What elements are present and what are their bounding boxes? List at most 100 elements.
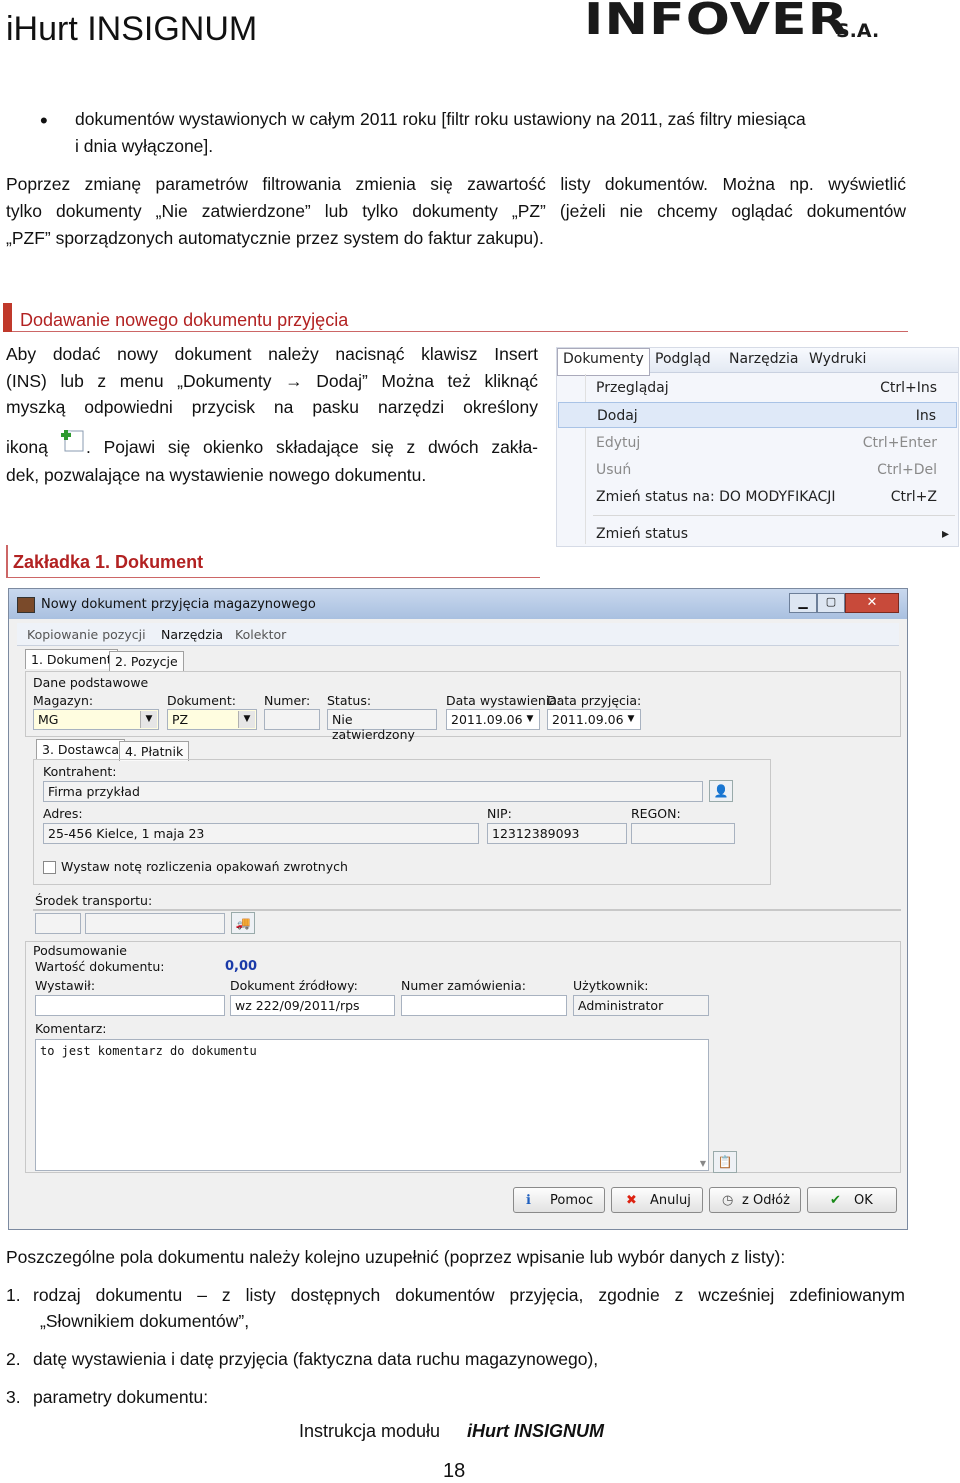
tab-dostawca[interactable]: 3. Dostawca [36,739,126,759]
section-title: Dodawanie nowego dokumentu przyjęcia [20,310,349,330]
transport-divider [33,909,901,911]
menu-dokumenty[interactable]: Dokumenty [557,348,650,376]
postpone-button[interactable]: ◷ z Odłóż [709,1187,801,1213]
bullet-icon: • [40,108,48,133]
page-number: 18 [443,1460,466,1482]
menu-narzedzia[interactable]: Narzędzia [729,351,798,367]
section-bar [3,303,12,332]
ok-button[interactable]: ✔ OK [807,1187,897,1213]
toolbar-kolektor[interactable]: Kolektor [235,627,286,642]
header-title: iHurt INSIGNUM [6,10,258,48]
window-app-icon [17,597,35,613]
kontrahent-field[interactable]: Firma przykład [43,781,703,802]
section2-bar [6,545,8,578]
select-contractor-icon[interactable]: 👤 [709,780,733,802]
label-status: Status: [327,693,372,708]
dokument-zrodlowy-field[interactable]: wz 222/09/2011/rps [230,995,395,1016]
label-regon: REGON: [631,806,681,821]
label-dokument-zrodlowy: Dokument źródłowy: [230,978,358,993]
menu-bar: Dokumenty Podgląd Narzędzia Wydruki [557,348,958,376]
chevron-down-icon: ▼ [627,714,635,724]
dokument-select[interactable]: PZ ▼ [167,709,257,730]
check-icon: ✔ [830,1193,841,1208]
window-titlebar: Nowy dokument przyjęcia magazynowego ▁ ▢… [9,589,907,619]
label-wystawil: Wystawił: [35,978,96,993]
label-data-wystawienia: Data wystawienia: [446,693,562,708]
label-kontrahent: Kontrahent: [43,764,117,779]
tab-platnik[interactable]: 4. Płatnik [119,741,190,761]
para2: Poszczególne pola dokumentu należy kolej… [6,1247,786,1267]
tab-dokument[interactable]: 1. Dokument [25,649,118,669]
menu-wydruki[interactable]: Wydruki [809,351,866,367]
group-basic-label: Dane podstawowe [33,675,149,690]
s1-line-5: dek, pozwalające na wystawienie nowego d… [6,465,427,485]
info-icon: ℹ [526,1193,531,1208]
label-uzytkownik: Użytkownik: [573,978,649,993]
list-1-line-2: „Słownikiem dokumentów”, [40,1311,250,1331]
para1-line-2: tylko dokumenty „Nie zatwierdzone” lub t… [6,201,906,221]
chevron-right-icon: ▸ [941,526,949,542]
tab-pozycje[interactable]: 2. Pozycje [109,651,184,671]
documents-menu: Dokumenty Podgląd Narzędzia Wydruki Prze… [556,347,959,547]
section2-underline [8,577,540,578]
toolbar-kopiowanie[interactable]: Kopiowanie pozycji [27,627,146,642]
label-data-przyjecia: Data przyjęcia: [547,693,642,708]
label-podsumowanie: Podsumowanie [33,943,127,958]
list-2-line-1: datę wystawienia i datę przyjęcia (fakty… [33,1349,599,1369]
list-1-num: 1. [6,1285,21,1305]
srodek-code-field[interactable] [35,913,81,934]
label-komentarz: Komentarz: [35,1021,107,1036]
close-button[interactable]: ✕ [845,593,899,613]
list-2-num: 2. [6,1349,21,1369]
magazyn-select[interactable]: MG ▼ [33,709,159,730]
s1-line-2: (INS) lub z menu „Dokumenty → Dodaj” Moż… [6,371,538,391]
regon-field [631,823,735,844]
scroll-down-icon[interactable]: ▼ [700,1159,706,1168]
menu-item-usun[interactable]: Usuń Ctrl+Del [558,457,957,483]
list-3-num: 3. [6,1387,21,1407]
label-srodek-transportu: Środek transportu: [35,893,153,908]
menu-item-dodaj[interactable]: Dodaj Ins [558,402,957,428]
chevron-down-icon: ▼ [238,711,255,728]
menu-item-zmien-status-na[interactable]: Zmień status na: DO MODYFIKACJI Ctrl+Z [558,484,957,510]
numer-zamowienia-field[interactable] [401,995,567,1016]
new-document-window: Nowy dokument przyjęcia magazynowego ▁ ▢… [8,588,908,1230]
numer-field [264,709,320,730]
list-1-line-1: rodzaj dokumentu – z listy dostępnych do… [33,1285,905,1305]
maximize-button[interactable]: ▢ [817,593,845,613]
cancel-icon: ✖ [626,1193,637,1208]
minimize-button[interactable]: ▁ [789,593,817,613]
select-transport-icon[interactable]: 🚚 [231,912,255,934]
clock-icon: ◷ [722,1193,734,1208]
menu-item-przegladaj[interactable]: Przeglądaj Ctrl+Ins [558,375,957,401]
bullet-line-1: dokumentów wystawionych w całym 2011 rok… [75,109,806,129]
wystawil-field[interactable] [35,995,225,1016]
label-numer: Numer: [264,693,311,708]
section2-title: Zakładka 1. Dokument [13,552,204,572]
logo-text: INFOVER [584,0,849,45]
toolbar-narzedzia[interactable]: Narzędzia [161,627,223,642]
comment-tool-icon[interactable]: 📋 [713,1151,737,1173]
data-przyjecia-picker[interactable]: 2011.09.06 ▼ [547,709,641,730]
label-numer-zamowienia: Numer zamówienia: [401,978,526,993]
label-magazyn: Magazyn: [33,693,94,708]
s1-line-3: myszką odpowiedni przycisk na pasku narz… [6,397,538,417]
infover-logo: INFOVER S.A. [582,0,882,50]
chevron-down-icon: ▼ [526,714,534,724]
bullet-line-2: i dnia wyłączone]. [75,136,214,156]
data-wystawienia-picker[interactable]: 2011.09.06 ▼ [446,709,540,730]
window-toolbar: Kopiowanie pozycji Narzędzia Kolektor [17,623,899,646]
komentarz-textarea[interactable]: to jest komentarz do dokumentu ▼ [35,1039,709,1171]
menu-item-zmien-status[interactable]: Zmień status ▸ [558,521,957,547]
list-3-line-1: parametry dokumentu: [33,1387,209,1407]
menu-item-edytuj[interactable]: Edytuj Ctrl+Enter [558,430,957,456]
menu-podglad[interactable]: Podgląd [655,351,711,367]
packaging-note-checkbox[interactable] [43,861,56,874]
srodek-name-field[interactable] [85,913,225,934]
cancel-button[interactable]: ✖ Anuluj [611,1187,703,1213]
uzytkownik-field: Administrator [573,995,709,1016]
help-button[interactable]: ℹ Pomoc [513,1187,605,1213]
s1-line-4a: ikoną [6,437,48,457]
section-underline [12,331,908,332]
para1-line-3: „PZF” sporządzonych automatycznie przez … [6,228,544,248]
